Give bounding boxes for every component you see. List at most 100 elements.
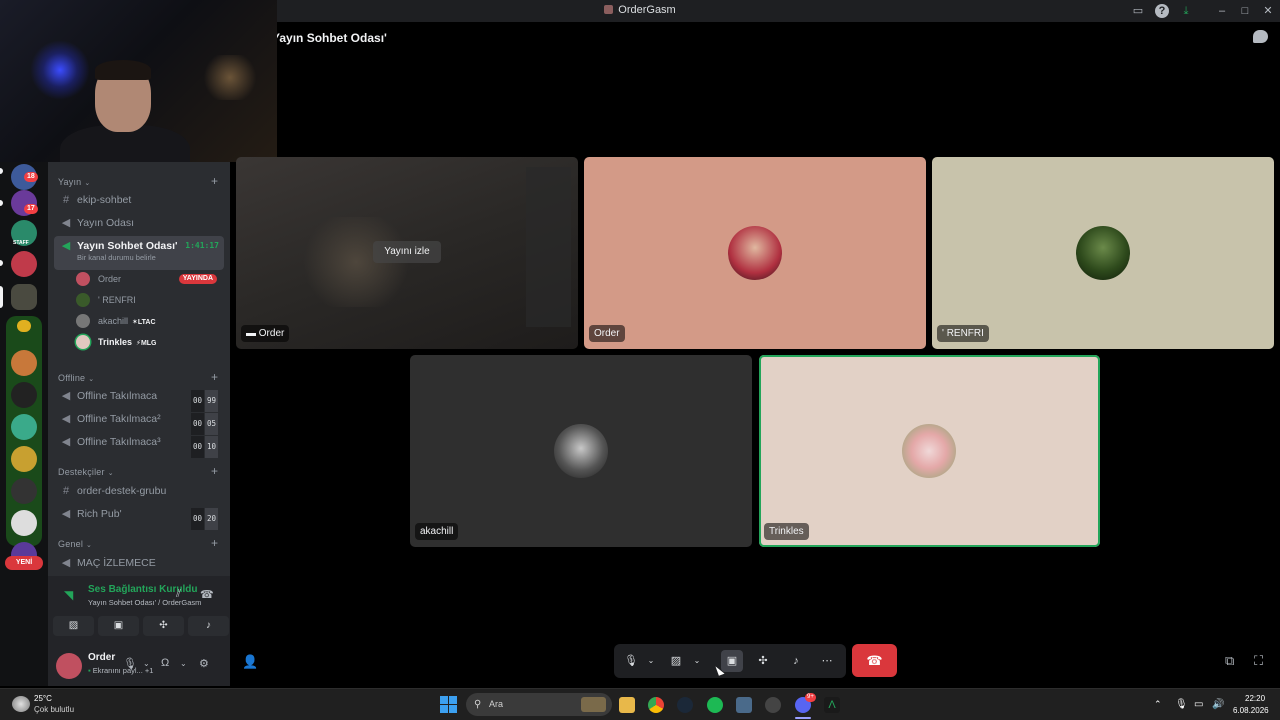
app-icon[interactable] [736,697,752,713]
screen-share-icon: ▣ [113,620,124,631]
invite-user-icon[interactable]: 👤 [242,654,258,670]
add-channel-icon[interactable]: + [211,370,218,384]
channel-yayin-sohbet[interactable]: ◀ Yayın Sohbet Odası' 1:41:17 Bir kanal dur… [54,236,224,270]
voice-status[interactable]: Ses Bağlantısı Kuruldu [88,584,197,595]
channel-yayin-odasi[interactable]: ◀ Yayın Odası [54,213,224,233]
server-icon[interactable] [11,251,37,277]
more-options-icon[interactable]: ⋯ [818,652,836,670]
download-icon[interactable]: ⤓ [1179,4,1193,18]
activity-icon[interactable]: ✣ [754,652,772,670]
server-staff-label: STAFF [13,240,29,246]
channel-offline-2[interactable]: ◀ Offline Takılmaca² 00 05 [54,409,224,435]
add-channel-icon[interactable]: + [211,464,218,478]
app-icon[interactable]: Λ [824,697,840,713]
channel-offline-1[interactable]: ◀ Offline Takılmaca 00 99 [54,386,224,412]
soundboard-button[interactable]: ♪ [188,616,229,636]
clock-date[interactable]: 6.08.2026 [1233,706,1269,715]
voice-room[interactable]: Yayın Sohbet Odası' / OrderGasm [88,598,201,607]
category-yayin[interactable]: Yayın ⌄ [58,177,90,187]
limit-current: 00 [190,508,204,530]
file-explorer-icon[interactable] [619,697,635,713]
channel-rich-pub[interactable]: ◀ Rich Pub' 00 20 [54,504,224,530]
chevron-down-icon[interactable]: ⌄ [688,652,706,670]
start-button[interactable] [440,696,457,713]
microphone-tray-icon[interactable]: 🎙 [1175,699,1188,710]
maximize-icon[interactable]: □ [1238,4,1252,18]
channel-label: Offline Takılmaca [77,390,158,402]
voice-user[interactable]: ' RENFRI [76,291,222,309]
inbox-icon[interactable]: ▭ [1131,4,1145,18]
camera-off-icon: ▨ [68,620,79,631]
category-offline[interactable]: Offline ⌄ [58,373,94,383]
chrome-icon[interactable] [648,697,664,713]
soundboard-icon[interactable]: ♪ [787,652,805,670]
taskbar-search[interactable]: ⚲ Ara [466,693,612,716]
fullscreen-icon[interactable]: ⛶ [1254,653,1263,669]
screen-share-button[interactable]: ▣ [721,650,743,672]
channel-ekip-sohbet[interactable]: # ekip-sohbet [54,190,224,210]
server-icon[interactable] [11,382,37,408]
weather-temp[interactable]: 25°C [34,694,52,703]
chevron-down-icon[interactable]: ⌄ [180,659,187,668]
stream-tile[interactable]: Yayını izle ▬ Order [236,157,578,349]
clock-time[interactable]: 22:20 [1245,694,1265,703]
chevron-down-icon[interactable]: ⌄ [642,652,660,670]
headphones-icon[interactable]: Ω [161,657,169,669]
camera-off-icon[interactable]: ▨ [667,652,685,670]
server-icon[interactable] [11,350,37,376]
participant-tile[interactable]: akachill [410,355,752,547]
settings-gear-icon[interactable]: ⚙ [199,657,209,670]
add-channel-icon[interactable]: + [211,174,218,188]
microphone-icon[interactable]: 🎙 [622,652,640,670]
participant-tile[interactable]: Order [584,157,926,349]
screen-share-button[interactable]: ▣ [98,616,139,636]
category-destekciler[interactable]: Destekçiler ⌄ [58,467,114,477]
activity-button[interactable]: ✣ [143,616,184,636]
noise-suppression-icon[interactable]: ⫽ [176,588,181,601]
close-icon[interactable]: ✕ [1261,4,1275,18]
chat-icon[interactable] [1253,30,1268,43]
category-genel[interactable]: Genel ⌄ [58,539,92,549]
server-badge: 17 [24,204,38,214]
popout-icon[interactable]: ⧉ [1225,653,1234,669]
camera-button[interactable]: ▨ [53,616,94,636]
steam-icon[interactable] [677,697,693,713]
spotify-icon[interactable] [707,697,723,713]
user-limit: 00 10 [190,436,218,458]
minimize-icon[interactable]: – [1215,4,1229,18]
weather-icon[interactable] [12,696,30,712]
phone-hangup-icon: ☎ [866,653,883,668]
tray-chevron-icon[interactable]: ⌃ [1154,699,1162,710]
watch-stream-button[interactable]: Yayını izle [373,241,441,263]
voice-user[interactable]: akachill ✶LTAC [76,312,222,330]
app-icon[interactable] [765,697,781,713]
help-icon[interactable]: ? [1155,4,1169,18]
weather-desc[interactable]: Çok bulutlu [34,705,74,714]
channel-order-destek[interactable]: # order-destek-grubu [54,481,224,501]
server-icon[interactable] [11,510,37,536]
server-icon[interactable] [11,478,37,504]
participant-tile[interactable]: ' RENFRI [932,157,1274,349]
disconnect-button[interactable]: ☎ [852,644,897,677]
server-icon[interactable] [11,446,37,472]
folder-icon[interactable] [17,320,31,332]
disconnect-icon[interactable]: ☎ [200,588,214,601]
avatar[interactable] [56,653,82,679]
avatar [1076,226,1130,280]
chevron-down-icon[interactable]: ⌄ [143,659,150,668]
channel-mac-izlemece[interactable]: ◀ MAÇ İZLEMECE [54,553,224,573]
participant-tile-speaking[interactable]: Trinkles [759,355,1100,547]
volume-icon[interactable]: 🔊 [1212,699,1224,710]
server-icon[interactable] [11,284,37,310]
user-name[interactable]: Order [88,652,115,663]
channel-offline-3[interactable]: ◀ Offline Takılmaca³ 00 10 [54,432,224,458]
voice-user[interactable]: Trinkles ⚡MLG [76,333,222,351]
voice-user[interactable]: Order YAYINDA [76,270,222,288]
speaker-icon: ◀ [61,390,71,402]
channel-status-prompt[interactable]: Bir kanal durumu belirle [77,253,224,263]
display-icon[interactable]: ▭ [1194,699,1203,710]
add-channel-icon[interactable]: + [211,536,218,550]
microphone-icon[interactable]: 🎙 [123,657,137,670]
server-icon[interactable] [11,414,37,440]
category-label: Yayın [58,177,82,187]
